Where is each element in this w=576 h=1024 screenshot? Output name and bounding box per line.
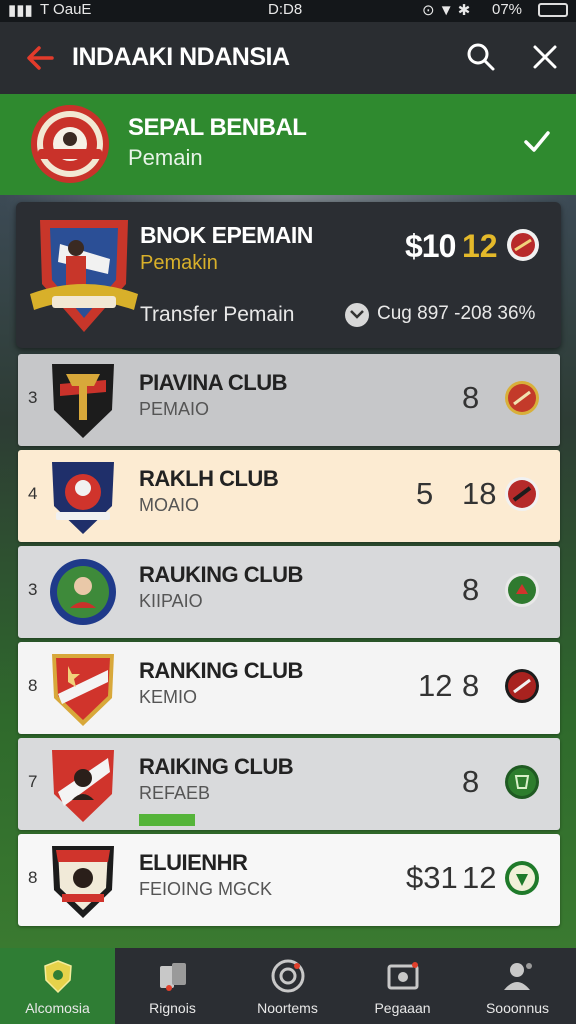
transfer-stats: Cug 897 -208 36% [377, 303, 536, 324]
club-name: RAIKING CLUB [139, 754, 294, 779]
shield-icon [44, 960, 72, 994]
club-value: 8 [462, 380, 480, 415]
club-name: PIAVINA CLUB [139, 370, 288, 395]
row-rank: 3 [28, 388, 38, 407]
image-icon [387, 962, 419, 990]
featured-title: BNOK EPEMAIN [140, 222, 313, 248]
person-icon [504, 963, 532, 990]
club-logo-icon [52, 750, 114, 822]
club-name: ELUIENHR [139, 850, 248, 875]
row-rank: 8 [28, 676, 38, 695]
club-badge-icon [505, 861, 539, 895]
nav-item-alcomosia[interactable]: Alcomosia [0, 948, 115, 1024]
club-subtitle: KEMIO [139, 687, 198, 707]
featured-price-extra: 12 [462, 228, 498, 264]
club-value: 8 [462, 764, 480, 799]
transfer-label[interactable]: Transfer Pemain [140, 303, 294, 327]
page-title: INDAAKI NDANSIA [72, 43, 290, 71]
club-points: $31 [406, 860, 458, 895]
close-icon[interactable] [528, 40, 562, 74]
club-logo-icon [52, 654, 114, 726]
row-rank: 7 [28, 772, 38, 791]
bottom-navigation: Alcomosia Rignois Noortems Pegaaan Sooon… [0, 948, 576, 1024]
check-icon[interactable] [520, 124, 554, 158]
battery-icon [538, 3, 568, 17]
club-subtitle: MOAIO [139, 495, 200, 515]
club-points: 12 [418, 668, 453, 703]
status-bar: ▮▮▮ T OauE D:D8 ⊙ ▼ ✱ 07% [0, 0, 576, 22]
nav-label: Pegaaan [374, 1000, 431, 1016]
club-row[interactable]: 3 RAUKING CLUB KIIPAIO 8 [18, 546, 560, 638]
club-badge-icon [505, 381, 539, 415]
carrier-text: T OauE [40, 1, 92, 18]
club-value: 12 [462, 860, 497, 895]
club-logo-icon [52, 364, 114, 438]
club-badge-icon [505, 573, 539, 607]
club-badge-icon [505, 765, 539, 799]
club-logo-icon [52, 846, 114, 918]
nav-label: Sooonnus [485, 1000, 550, 1016]
club-row[interactable]: 8 ELUIENHR FEIOING MGCK $31 12 [18, 834, 560, 926]
club-banner[interactable]: SEPAL BENBAL Pemain [0, 94, 576, 195]
featured-price: $10 [405, 228, 456, 264]
club-points: 5 [416, 476, 434, 511]
nav-label: Rignois [149, 1000, 196, 1016]
signal-icon: ▮▮▮ [8, 2, 33, 19]
clock: D:D8 [268, 1, 303, 18]
club-value: 8 [462, 572, 480, 607]
banner-subtitle: Pemain [128, 145, 203, 170]
nav-item-sooonnus[interactable]: Sooonnus [460, 948, 575, 1024]
club-ranking-list: 3 PIAVINA CLUB PEMAIO 8 4 RAKLH CLUB MOA… [18, 354, 560, 930]
ball-icon [345, 303, 369, 327]
row-rank: 8 [28, 868, 38, 887]
row-rank: 4 [28, 484, 38, 503]
battery-percent: 07% [492, 1, 523, 18]
club-subtitle: PEMAIO [139, 399, 210, 419]
club-logo-icon [50, 559, 116, 625]
nav-item-pegaaan[interactable]: Pegaaan [345, 948, 460, 1024]
back-arrow-icon[interactable] [22, 40, 58, 76]
club-badge-icon [505, 669, 539, 703]
club-row[interactable]: 8 RANKING CLUB KEMIO 12 8 [18, 642, 560, 734]
club-subtitle: REFAEB [139, 783, 211, 803]
coin-icon [507, 229, 539, 261]
club-subtitle: FEIOING MGCK [139, 879, 273, 899]
club-name: RAUKING CLUB [139, 562, 303, 587]
progress-bar [139, 814, 195, 826]
banner-title: SEPAL BENBAL [128, 114, 307, 141]
club-crest-icon [31, 105, 109, 183]
cards-icon [160, 963, 186, 991]
nav-item-rignois[interactable]: Rignois [115, 948, 230, 1024]
club-name: RAKLH CLUB [139, 466, 279, 491]
nav-label: Noortems [257, 1000, 318, 1016]
nav-item-noortems[interactable]: Noortems [230, 948, 345, 1024]
search-icon[interactable] [464, 40, 498, 74]
nav-label: Alcomosia [25, 1000, 90, 1016]
club-badge-icon [505, 477, 539, 511]
app-bar: INDAAKI NDANSIA [0, 22, 576, 94]
wifi-icon: ⊙ ▼ ✱ [422, 2, 471, 19]
club-logo-icon [52, 462, 114, 534]
club-value: 8 [462, 668, 480, 703]
club-value: 18 [462, 476, 497, 511]
club-row[interactable]: 7 RAIKING CLUB REFAEB 8 [18, 738, 560, 830]
featured-transfer-card[interactable]: BNOK EPEMAIN Pemakin $10 12 Transfer Pem… [16, 202, 561, 348]
target-icon [271, 959, 305, 993]
club-row[interactable]: 3 PIAVINA CLUB PEMAIO 8 [18, 354, 560, 446]
club-name: RANKING CLUB [139, 658, 303, 683]
row-rank: 3 [28, 580, 38, 599]
club-subtitle: KIIPAIO [139, 591, 203, 611]
club-row[interactable]: 4 RAKLH CLUB MOAIO 5 18 [18, 450, 560, 542]
featured-subtitle: Pemakin [140, 252, 218, 274]
player-crest-icon [30, 220, 138, 332]
